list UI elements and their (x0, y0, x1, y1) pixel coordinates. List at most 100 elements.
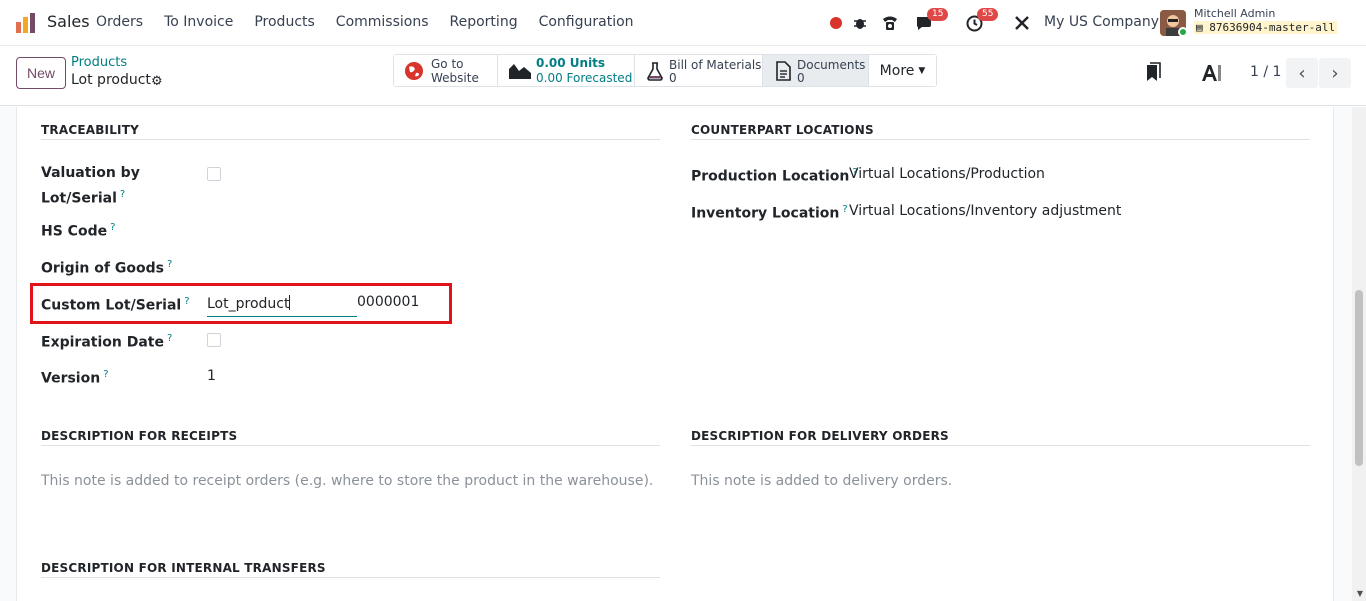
hs-code-label-text: HS Code (41, 223, 108, 240)
bookmark-icon[interactable] (1142, 62, 1164, 84)
menu-to-invoice[interactable]: To Invoice (164, 14, 233, 30)
chevron-left-icon: ‹ (1298, 62, 1306, 84)
activities-clock-icon[interactable]: 55 (962, 8, 999, 35)
delivery-description-input[interactable]: This note is added to delivery orders. (691, 473, 952, 489)
database-icon: ▤ (1196, 21, 1210, 34)
version-value: 1 (207, 368, 216, 384)
help-icon[interactable]: ? (103, 369, 108, 380)
production-location-value[interactable]: Virtual Locations/Production (849, 166, 1045, 182)
units-value: 0.00 Units (536, 56, 606, 70)
pager-next-button[interactable]: › (1319, 58, 1351, 88)
pager-previous-button[interactable]: ‹ (1286, 58, 1318, 88)
ai-icon[interactable] (1200, 62, 1222, 84)
help-icon[interactable]: ? (110, 222, 115, 233)
menu-reporting[interactable]: Reporting (450, 14, 518, 30)
menu-configuration[interactable]: Configuration (539, 14, 634, 30)
website-label-1: Go to (431, 57, 464, 71)
traceability-divider (41, 139, 660, 140)
caret-down-icon: ▼ (918, 65, 926, 76)
top-navbar: Sales Orders To Invoice Products Commiss… (0, 0, 1366, 46)
app-name[interactable]: Sales (47, 12, 90, 31)
scrollbar[interactable]: ▼ (1352, 107, 1366, 601)
scroll-down-icon[interactable]: ▼ (1357, 589, 1363, 598)
messages-icon[interactable]: 15 (912, 8, 949, 35)
forecast-button[interactable]: 0.00 Units 0.00 Forecasted (498, 55, 635, 86)
inventory-location-label: Inventory Location? (691, 199, 848, 225)
help-icon[interactable]: ? (842, 204, 847, 215)
main-menu: Orders To Invoice Products Commissions R… (96, 14, 655, 30)
forecasted-value: 0.00 Forecasted (536, 71, 633, 85)
receipts-description-title: DESCRIPTION FOR RECEIPTS (41, 429, 238, 443)
documents-count: 0 (797, 71, 805, 85)
smart-buttons: Go to Website 0.00 Units 0.00 Forecasted… (393, 54, 937, 87)
help-icon[interactable]: ? (167, 259, 172, 270)
database-name: ▤ 87636904-master-all (1194, 21, 1338, 34)
counterpart-divider (691, 139, 1310, 140)
production-location-label-text: Production Location (691, 168, 850, 185)
valuation-checkbox[interactable] (207, 167, 221, 181)
receipts-divider (41, 445, 660, 446)
more-dropdown[interactable]: More ▼ (869, 55, 936, 86)
internal-divider (41, 577, 660, 578)
valuation-label-line-1: Valuation by (41, 165, 140, 181)
sales-app-icon[interactable] (15, 12, 37, 34)
website-label-2: Website (431, 71, 479, 85)
company-switcher[interactable]: My US Company (1044, 14, 1159, 30)
expiration-label: Expiration Date? (41, 328, 172, 354)
inventory-location-label-text: Inventory Location (691, 205, 840, 222)
form-sheet (16, 107, 1334, 601)
debug-bug-icon[interactable] (848, 11, 872, 35)
chevron-right-icon: › (1331, 62, 1339, 84)
more-label: More (879, 62, 915, 79)
version-label: Version? (41, 364, 109, 390)
record-name: Lot product (71, 72, 151, 88)
pager-value[interactable]: 1 / 1 (1250, 64, 1281, 80)
production-location-label: Production Location? (691, 162, 858, 188)
inventory-location-value[interactable]: Virtual Locations/Inventory adjustment (849, 203, 1121, 219)
flask-icon (647, 62, 663, 81)
highlight-box (30, 283, 452, 324)
scrollbar-thumb[interactable] (1355, 290, 1363, 466)
receipts-description-input[interactable]: This note is added to receipt orders (e.… (41, 473, 653, 489)
phone-icon[interactable] (878, 11, 902, 35)
document-icon (776, 61, 791, 81)
recording-dot-icon[interactable] (824, 11, 848, 35)
area-chart-icon (509, 64, 531, 79)
globe-icon (405, 62, 423, 80)
delivery-description-title: DESCRIPTION FOR DELIVERY ORDERS (691, 429, 949, 443)
expiration-checkbox[interactable] (207, 333, 221, 347)
go-to-website-button[interactable]: Go to Website (394, 55, 498, 86)
origin-label-text: Origin of Goods (41, 260, 164, 277)
help-icon[interactable]: ? (120, 189, 125, 200)
origin-label: Origin of Goods? (41, 254, 172, 280)
bom-label: Bill of Materials (669, 58, 762, 72)
delivery-divider (691, 445, 1310, 446)
counterpart-title: COUNTERPART LOCATIONS (691, 123, 874, 137)
breadcrumb-products[interactable]: Products (71, 55, 127, 70)
menu-orders[interactable]: Orders (96, 14, 143, 30)
bom-count: 0 (669, 71, 677, 85)
tools-icon[interactable] (1010, 11, 1034, 35)
version-label-text: Version (41, 370, 101, 387)
traceability-title: TRACEABILITY (41, 123, 140, 137)
internal-description-title: DESCRIPTION FOR INTERNAL TRANSFERS (41, 561, 326, 575)
new-button[interactable]: New (16, 57, 66, 89)
control-panel: New Products Lot product ⚙ Go to Website… (0, 46, 1366, 106)
database-label: 87636904-master-all (1209, 21, 1336, 34)
gear-icon[interactable]: ⚙ (151, 74, 163, 89)
activities-badge: 55 (977, 8, 999, 21)
documents-button[interactable]: Documents 0 (763, 55, 869, 86)
valuation-label-line-2: Lot/Serial (41, 190, 117, 207)
documents-label: Documents (797, 58, 866, 72)
help-icon[interactable]: ? (167, 333, 172, 344)
menu-products[interactable]: Products (254, 14, 314, 30)
valuation-label: Valuation by Lot/Serial? (41, 163, 140, 210)
form-view: TRACEABILITY Valuation by Lot/Serial? HS … (0, 107, 1366, 601)
menu-commissions[interactable]: Commissions (336, 14, 429, 30)
expiration-label-text: Expiration Date (41, 334, 164, 351)
user-name[interactable]: Mitchell Admin (1194, 7, 1275, 20)
messages-badge: 15 (927, 8, 949, 21)
bill-of-materials-button[interactable]: Bill of Materials 0 (635, 55, 763, 86)
online-status-dot (1178, 27, 1188, 37)
hs-code-label: HS Code? (41, 217, 115, 243)
